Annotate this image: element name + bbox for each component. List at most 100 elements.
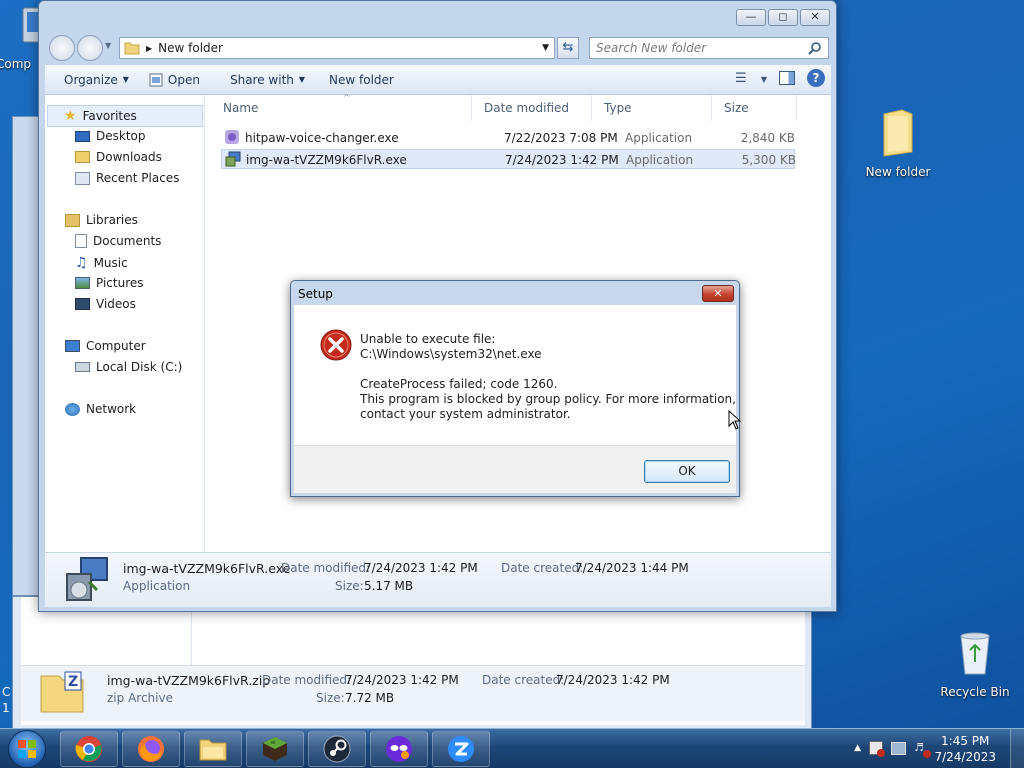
setup-error-dialog: Setup ✕ Unable to execute file: C:\Windo…	[290, 280, 740, 497]
nav-videos[interactable]: Videos	[75, 297, 136, 311]
forward-button[interactable]	[77, 35, 103, 61]
nav-pictures[interactable]: Pictures	[75, 276, 144, 290]
desktop-icon-label: Recycle Bin	[940, 685, 1010, 699]
dialog-close-button[interactable]: ✕	[702, 285, 734, 302]
taskbar-zoom-button[interactable]	[432, 731, 490, 767]
minimize-button[interactable]: —	[736, 9, 766, 26]
videos-icon	[75, 298, 90, 310]
nav-label: Network	[86, 402, 137, 416]
taskbar-file-explorer-button[interactable]	[184, 731, 242, 767]
file-row[interactable]: hitpaw-voice-changer.exe 7/22/2023 7:08 …	[221, 128, 795, 148]
voice-changer-app-icon	[225, 130, 239, 144]
show-hidden-icons-button[interactable]: ▲	[854, 743, 861, 753]
nav-local-disk[interactable]: Local Disk (C:)	[75, 360, 182, 374]
nav-label: Pictures	[96, 276, 144, 290]
music-icon: ♫	[75, 255, 88, 271]
network-status-icon[interactable]	[891, 741, 906, 755]
change-view-button[interactable]: ☰ ▼	[735, 71, 767, 86]
details-size-value: 7.72 MB	[345, 691, 395, 705]
mouse-cursor-icon	[728, 410, 742, 430]
nav-recent-places[interactable]: Recent Places	[75, 171, 179, 185]
installer-app-icon	[66, 557, 108, 601]
background-explorer-window: Z img-wa-tVZZM9k6FlvR.zip zip Archive Da…	[12, 596, 812, 732]
zoom-icon	[448, 736, 474, 762]
network-icon	[65, 402, 80, 416]
organize-button[interactable]: Organize ▼	[45, 65, 139, 94]
folder-icon	[124, 42, 140, 55]
search-input[interactable]: Search New folder	[589, 37, 829, 59]
svg-text:Z: Z	[68, 674, 78, 690]
nav-music[interactable]: ♫ Music	[75, 255, 128, 271]
dialog-title: Setup	[298, 287, 333, 301]
new-folder-button[interactable]: New folder	[315, 65, 404, 94]
column-header-date-modified[interactable]: Date modified	[472, 95, 592, 121]
nav-documents[interactable]: Documents	[75, 234, 161, 248]
nav-label: Music	[93, 256, 128, 270]
file-explorer-icon	[199, 739, 227, 761]
new-folder-label: New folder	[329, 72, 394, 87]
system-tray: ▲ ♬	[854, 741, 931, 758]
volume-muted-icon[interactable]: ♬	[914, 741, 931, 758]
chevron-down-icon: ▼	[122, 75, 129, 84]
nav-network[interactable]: Network	[65, 402, 136, 416]
nav-libraries[interactable]: Libraries	[65, 213, 138, 227]
ok-button[interactable]: OK	[644, 460, 730, 483]
taskbar-clock[interactable]: 1:45 PM 7/24/2023	[934, 733, 996, 765]
preview-pane-button[interactable]	[779, 71, 795, 85]
caption-buttons: — ◻ ✕	[736, 9, 830, 26]
nav-favorites[interactable]: ★ Favorites	[47, 105, 203, 127]
maximize-button[interactable]: ◻	[768, 9, 798, 26]
column-header-type[interactable]: Type	[592, 95, 712, 121]
refresh-icon: ⇆	[562, 40, 574, 55]
desktop-icon-new-folder[interactable]: New folder	[850, 108, 946, 179]
recent-pages-dropdown-icon[interactable]: ▼	[105, 41, 111, 50]
clock-date: 7/24/2023	[934, 750, 996, 764]
share-with-button[interactable]: Share with ▼	[210, 65, 315, 94]
open-icon	[149, 73, 163, 86]
file-type: Application	[625, 131, 693, 145]
details-created-label: Date created:	[501, 561, 584, 575]
close-button[interactable]: ✕	[800, 9, 830, 26]
column-label: Type	[604, 101, 632, 115]
file-name: img-wa-tVZZM9k6FlvR.exe	[246, 153, 407, 167]
nav-downloads[interactable]: Downloads	[75, 150, 162, 164]
back-button[interactable]	[49, 35, 75, 61]
file-name: hitpaw-voice-changer.exe	[245, 131, 399, 145]
open-button[interactable]: Open	[139, 65, 210, 94]
help-icon[interactable]: ?	[807, 69, 825, 87]
installer-app-icon	[225, 151, 241, 167]
desktop-fragment-text: C 1	[2, 684, 10, 716]
taskbar-firefox-button[interactable]	[122, 731, 180, 767]
nav-label: Libraries	[86, 213, 138, 227]
details-modified-label: Date modified:	[281, 561, 371, 575]
details-modified-value: 7/24/2023 1:42 PM	[345, 673, 459, 687]
nav-desktop[interactable]: Desktop	[75, 129, 146, 143]
column-header-size[interactable]: Size	[712, 95, 797, 121]
address-dropdown-icon[interactable]: ▼	[542, 43, 554, 53]
pictures-icon	[75, 277, 90, 289]
taskbar-mask-app-button[interactable]	[370, 731, 428, 767]
desktop-icon-recycle-bin[interactable]: Recycle Bin	[927, 630, 1023, 699]
nav-computer[interactable]: Computer	[65, 339, 146, 353]
fragment-line: 1	[2, 701, 10, 715]
background-details-pane: Z img-wa-tVZZM9k6FlvR.zip zip Archive Da…	[21, 665, 805, 721]
address-bar[interactable]: ▶ New folder ▼	[119, 37, 555, 59]
taskbar-chrome-button[interactable]	[60, 731, 118, 767]
column-header-name[interactable]: Name	[211, 95, 472, 121]
nav-label: Computer	[86, 339, 146, 353]
clock-time: 1:45 PM	[941, 734, 990, 748]
action-center-icon[interactable]	[869, 741, 885, 757]
chevron-down-icon: ▼	[298, 75, 306, 84]
refresh-button[interactable]: ⇆	[557, 37, 579, 59]
file-date: 7/22/2023 7:08 PM	[504, 131, 618, 145]
start-button[interactable]	[8, 730, 46, 768]
computer-icon	[65, 340, 80, 352]
file-row-selected[interactable]: img-wa-tVZZM9k6FlvR.exe 7/24/2023 1:42 P…	[221, 149, 796, 169]
taskbar-steam-button[interactable]	[308, 731, 366, 767]
nav-label: Favorites	[82, 109, 137, 123]
chevron-right-icon: ▶	[146, 43, 153, 53]
show-desktop-button[interactable]	[1010, 729, 1024, 768]
steam-icon	[323, 735, 351, 763]
taskbar-minecraft-button[interactable]	[246, 731, 304, 767]
nav-label: Documents	[93, 234, 162, 248]
